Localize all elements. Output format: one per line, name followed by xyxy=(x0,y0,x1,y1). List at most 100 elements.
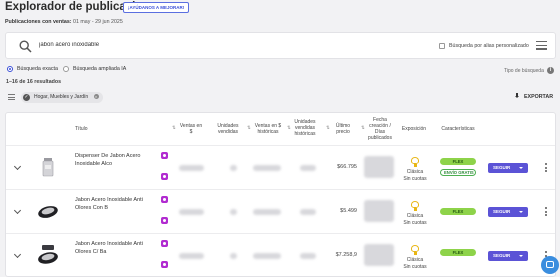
extension-icon[interactable] xyxy=(161,261,168,268)
sales-historic-value xyxy=(253,209,281,215)
export-button[interactable]: EXPORTAR xyxy=(514,93,553,103)
sort-icon[interactable]: ⇅ xyxy=(172,125,176,131)
exact-search-label: Búsqueda exacta xyxy=(17,66,58,72)
installments: Sin cuotas xyxy=(403,175,427,182)
last-price: $5.499 xyxy=(340,208,357,214)
export-label: EXPORTAR xyxy=(524,94,554,100)
check-icon: ✓ xyxy=(23,94,30,101)
lightbulb-icon xyxy=(411,157,419,167)
search-type-label: Tipo de búsqueda xyxy=(504,68,544,74)
sales-value xyxy=(179,165,204,171)
last-price: $66.795 xyxy=(337,164,357,170)
follow-label: SEGUIR xyxy=(493,165,511,170)
product-title[interactable]: Jabon Acero Inoxidable Anti Olores C/ Ba xyxy=(75,240,157,256)
flex-badge: FLEX xyxy=(440,208,476,215)
caret-down-icon xyxy=(519,255,523,257)
product-title[interactable]: Dispenser De Jabon Acero Inoxidable Alco xyxy=(75,152,157,168)
column-units-historic[interactable]: Unidades vendidas históricas xyxy=(292,119,318,137)
units-value xyxy=(230,209,237,215)
extension-icon[interactable] xyxy=(161,152,168,159)
help-improve-button[interactable]: ¡AYÚDANOS A MEJORAR! xyxy=(123,2,190,13)
units-value xyxy=(230,253,237,259)
results-table: Título ⇅ Ventas en $ Unidades vendidas ⇅… xyxy=(5,112,556,277)
column-exposure: Exposición xyxy=(401,126,427,132)
exposure-value: Clásica Sin cuotas xyxy=(394,169,436,182)
product-image xyxy=(38,245,58,264)
column-units[interactable]: Unidades vendidas xyxy=(214,123,242,135)
column-features: Características xyxy=(441,126,475,132)
chat-button[interactable] xyxy=(541,256,559,274)
chat-icon xyxy=(546,261,554,268)
installments: Sin cuotas xyxy=(403,219,427,226)
adjust-filters-icon[interactable] xyxy=(8,94,15,100)
chevron-down-icon[interactable] xyxy=(13,250,22,259)
filter-menu-icon[interactable] xyxy=(536,41,547,51)
page-header: Explorador de publicaciones ¡AYÚDANOS A … xyxy=(5,0,555,30)
category-chip-label: Hogar, Muebles y Jardín xyxy=(34,94,89,100)
sales-value xyxy=(179,253,204,259)
follow-button[interactable]: SEGUIR xyxy=(488,251,528,261)
search-bar: Búsqueda por alias personalizado xyxy=(5,32,556,59)
follow-label: SEGUIR xyxy=(493,253,511,258)
last-price: $7.258,9 xyxy=(335,252,357,258)
caret-down-icon xyxy=(519,167,523,169)
ai-search-label: Búsqueda ampliada IA xyxy=(73,66,127,72)
date-range-value: 01 may - 29 jun 2025 xyxy=(73,19,123,25)
exact-search-radio[interactable] xyxy=(7,66,13,72)
chevron-down-icon[interactable] xyxy=(13,162,22,171)
follow-button[interactable]: SEGUIR xyxy=(488,163,528,173)
created-date-value xyxy=(364,200,394,222)
extension-icon[interactable] xyxy=(161,196,168,203)
product-image xyxy=(38,206,58,218)
sales-historic-value xyxy=(253,253,281,259)
chevron-down-icon[interactable] xyxy=(13,206,22,215)
units-historic-value xyxy=(300,253,316,259)
follow-label: SEGUIR xyxy=(493,209,511,214)
extension-icon[interactable] xyxy=(161,240,168,247)
table-row: Jabon Acero Inoxidable Anti Olores C/ Ba… xyxy=(6,233,555,276)
created-date-value xyxy=(364,244,394,266)
product-title[interactable]: Jabon Acero Inoxidable Anti Olores Con B xyxy=(75,196,157,212)
sort-icon[interactable]: ⇅ xyxy=(326,125,330,131)
sales-historic-value xyxy=(253,165,281,171)
sort-icon[interactable]: ⇅ xyxy=(287,125,291,131)
category-filter-chip[interactable]: ✓ Hogar, Muebles y Jardín × xyxy=(21,92,103,103)
extension-icon[interactable] xyxy=(161,173,168,180)
download-icon xyxy=(514,93,520,99)
column-sales-historic[interactable]: Ventas en $ históricas xyxy=(252,123,284,135)
units-historic-value xyxy=(300,209,316,215)
close-icon[interactable]: × xyxy=(93,94,99,100)
date-range-label: Publicaciones con ventas: xyxy=(5,19,72,25)
exposure-value: Clásica Sin cuotas xyxy=(394,213,436,226)
flex-badge: FLEX xyxy=(440,158,476,165)
alias-search-checkbox[interactable] xyxy=(439,43,445,49)
ai-search-radio[interactable] xyxy=(63,66,69,72)
product-image xyxy=(42,158,54,177)
column-title[interactable]: Título xyxy=(75,126,88,132)
lightbulb-icon xyxy=(411,201,419,211)
alias-search-label: Búsqueda por alias personalizado xyxy=(449,43,529,49)
sales-value xyxy=(179,209,204,215)
follow-button[interactable]: SEGUIR xyxy=(488,207,528,217)
results-count: 1–16 de 16 resultados xyxy=(6,79,62,85)
info-icon[interactable]: i xyxy=(547,67,554,74)
exposure-value: Clásica Sin cuotas xyxy=(394,257,436,270)
lightbulb-icon xyxy=(411,245,419,255)
sort-icon[interactable]: ⇅ xyxy=(247,125,251,131)
column-last-price[interactable]: Último precio xyxy=(332,123,354,135)
caret-down-icon xyxy=(519,211,523,213)
search-input[interactable] xyxy=(39,42,339,48)
units-historic-value xyxy=(300,165,316,171)
column-sales[interactable]: Ventas en $ xyxy=(179,123,203,135)
free-shipping-badge: ENVÍO GRATIS xyxy=(440,169,476,176)
created-date-value xyxy=(364,156,394,178)
installments: Sin cuotas xyxy=(403,263,427,270)
column-created[interactable]: Fecha creación / Días publicados xyxy=(365,117,395,141)
extension-icon[interactable] xyxy=(161,217,168,224)
more-options-icon[interactable] xyxy=(545,163,548,173)
more-options-icon[interactable] xyxy=(545,207,548,217)
units-value xyxy=(230,165,237,171)
flex-badge: FLEX xyxy=(440,249,476,256)
table-row: Dispenser De Jabon Acero Inoxidable Alco… xyxy=(6,145,555,189)
table-row: Jabon Acero Inoxidable Anti Olores Con B… xyxy=(6,189,555,233)
